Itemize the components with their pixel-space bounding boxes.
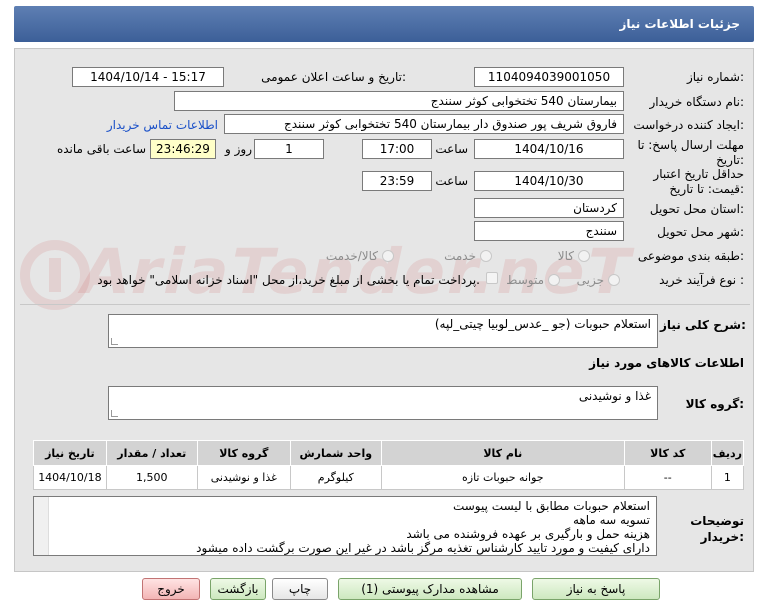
page-header: جزئیات اطلاعات نیاز	[14, 6, 754, 42]
cell-group: غذا و نوشیدنی	[196, 465, 291, 490]
cell-need-date: 1404/10/18	[33, 465, 107, 490]
buyer-org-field: بیمارستان 540 تختخوابی کوثر سنندج	[174, 91, 624, 111]
validity-time-field: 23:59	[362, 171, 432, 191]
need-number-field: 1104094039001050	[474, 67, 624, 87]
items-table-container: ردیف کد کالا نام کالا واحد شمارش گروه کا…	[33, 440, 745, 490]
exit-button[interactable]: خروج	[142, 578, 200, 600]
col-header-row-number: ردیف	[710, 440, 745, 466]
deadline-date-field: 1404/10/16	[474, 139, 624, 159]
buyer-notes-line: دارای کیفیت و مورد تایید کارشناس تغذیه م…	[196, 541, 650, 555]
cell-item-code: --	[623, 465, 712, 490]
treasury-payment-note: پرداخت تمام یا بخشی از مبلغ خرید،از محل …	[97, 273, 480, 287]
description-text: استعلام حبوبات (جو _عدس_لوبیا چیتی_لپه)	[434, 317, 651, 331]
items-table: ردیف کد کالا نام کالا واحد شمارش گروه کا…	[33, 440, 745, 490]
deadline-label-line1: مهلت ارسال پاسخ: تا	[637, 138, 744, 152]
resize-grip-icon[interactable]	[111, 338, 118, 345]
category-label: طبقه بندی موضوعی:	[637, 249, 744, 263]
reply-button[interactable]: پاسخ به نیاز	[532, 578, 660, 600]
cell-quantity: 1,500	[105, 465, 198, 490]
remaining-label: ساعت باقی مانده	[56, 142, 146, 156]
city-field: سنندج	[474, 221, 624, 241]
view-attachments-button[interactable]: مشاهده مدارک پیوستی (1)	[338, 578, 522, 600]
col-header-item-name: نام کالا	[380, 440, 625, 466]
scrollbar[interactable]	[34, 497, 49, 555]
deadline-label-line2: تاریخ:	[716, 153, 744, 167]
process-radio-minor[interactable]	[608, 274, 620, 286]
cell-unit: کیلوگرم	[289, 465, 382, 490]
resize-grip-icon[interactable]	[111, 410, 118, 417]
city-label: شهر محل تحویل:	[657, 225, 744, 239]
category-option-goods: کالا	[557, 249, 574, 263]
validity-label-line2: قیمت: تا تاریخ:	[669, 182, 744, 196]
cell-row-number: 1	[710, 465, 745, 490]
col-header-unit: واحد شمارش	[289, 440, 382, 466]
buyer-notes-line: استعلام حبوبات مطابق با لیست پیوست	[452, 499, 650, 513]
process-radio-medium[interactable]	[548, 274, 560, 286]
process-option-minor: جزیی	[576, 273, 604, 287]
category-radio-goods[interactable]	[578, 250, 590, 262]
buyer-contact-link[interactable]: اطلاعات تماس خریدار	[100, 118, 218, 132]
process-type-label: نوع فرآیند خرید :	[659, 273, 744, 287]
days-label: روز و	[225, 142, 252, 156]
remaining-time-field: 23:46:29	[150, 139, 216, 159]
print-button[interactable]: چاپ	[272, 578, 328, 600]
creator-label: ایجاد کننده درخواست:	[633, 118, 744, 132]
category-option-service: خدمت	[444, 249, 476, 263]
validity-label-line1: حداقل تاریخ اعتبار	[653, 167, 744, 181]
col-header-item-code: کد کالا	[623, 440, 712, 466]
category-radio-service[interactable]	[480, 250, 492, 262]
col-header-quantity: تعداد / مقدار	[105, 440, 198, 466]
buyer-notes-field[interactable]: استعلام حبوبات مطابق با لیست پیوست تسویه…	[33, 496, 657, 556]
announce-label: تاریخ و ساعت اعلان عمومی:	[261, 70, 406, 84]
cell-item-name: جوانه حبوبات تازه	[380, 465, 625, 490]
buyer-notes-line: هزینه حمل و بارگیری بر عهده فروشنده می ب…	[406, 527, 650, 541]
buyer-notes-label-line1: توضیحات	[690, 514, 744, 528]
goods-section-title: اطلاعات کالاهای مورد نیاز	[589, 356, 744, 370]
page-title: جزئیات اطلاعات نیاز	[619, 17, 740, 31]
divider	[20, 304, 750, 305]
process-option-medium: متوسط	[506, 273, 544, 287]
deadline-time-field: 17:00	[362, 139, 432, 159]
province-field: کردستان	[474, 198, 624, 218]
creator-field: فاروق شریف پور صندوق دار بیمارستان 540 ت…	[224, 114, 624, 134]
goods-group-label: گروه کالا:	[685, 397, 744, 411]
buyer-notes-line: تسویه سه ماهه	[573, 513, 650, 527]
description-label: شرح کلی نیاز:	[660, 318, 746, 332]
announce-field: 1404/10/14 - 15:17	[72, 67, 224, 87]
table-header-row: ردیف کد کالا نام کالا واحد شمارش گروه کا…	[33, 440, 745, 466]
category-radio-goods-service[interactable]	[382, 250, 394, 262]
days-remaining-field: 1	[254, 139, 324, 159]
category-option-goods-service: کالا/خدمت	[325, 249, 378, 263]
validity-date-field: 1404/10/30	[474, 171, 624, 191]
goods-group-text: غذا و نوشیدنی	[578, 389, 651, 403]
province-label: استان محل تحویل:	[649, 202, 744, 216]
treasury-payment-checkbox[interactable]	[486, 272, 498, 284]
buyer-notes-label-line2: خریدار:	[700, 530, 744, 544]
buyer-org-label: نام دستگاه خریدار:	[649, 95, 745, 109]
description-field: استعلام حبوبات (جو _عدس_لوبیا چیتی_لپه)	[108, 314, 658, 348]
col-header-need-date: تاریخ نیاز	[33, 440, 107, 466]
validity-time-label: ساعت	[435, 174, 468, 188]
need-number-label: شماره نیاز:	[686, 70, 744, 84]
table-row[interactable]: 1 -- جوانه حبوبات تازه کیلوگرم غذا و نوش…	[33, 465, 745, 490]
goods-group-field: غذا و نوشیدنی	[108, 386, 658, 420]
back-button[interactable]: بازگشت	[210, 578, 266, 600]
deadline-time-label: ساعت	[435, 142, 468, 156]
col-header-group: گروه کالا	[196, 440, 291, 466]
